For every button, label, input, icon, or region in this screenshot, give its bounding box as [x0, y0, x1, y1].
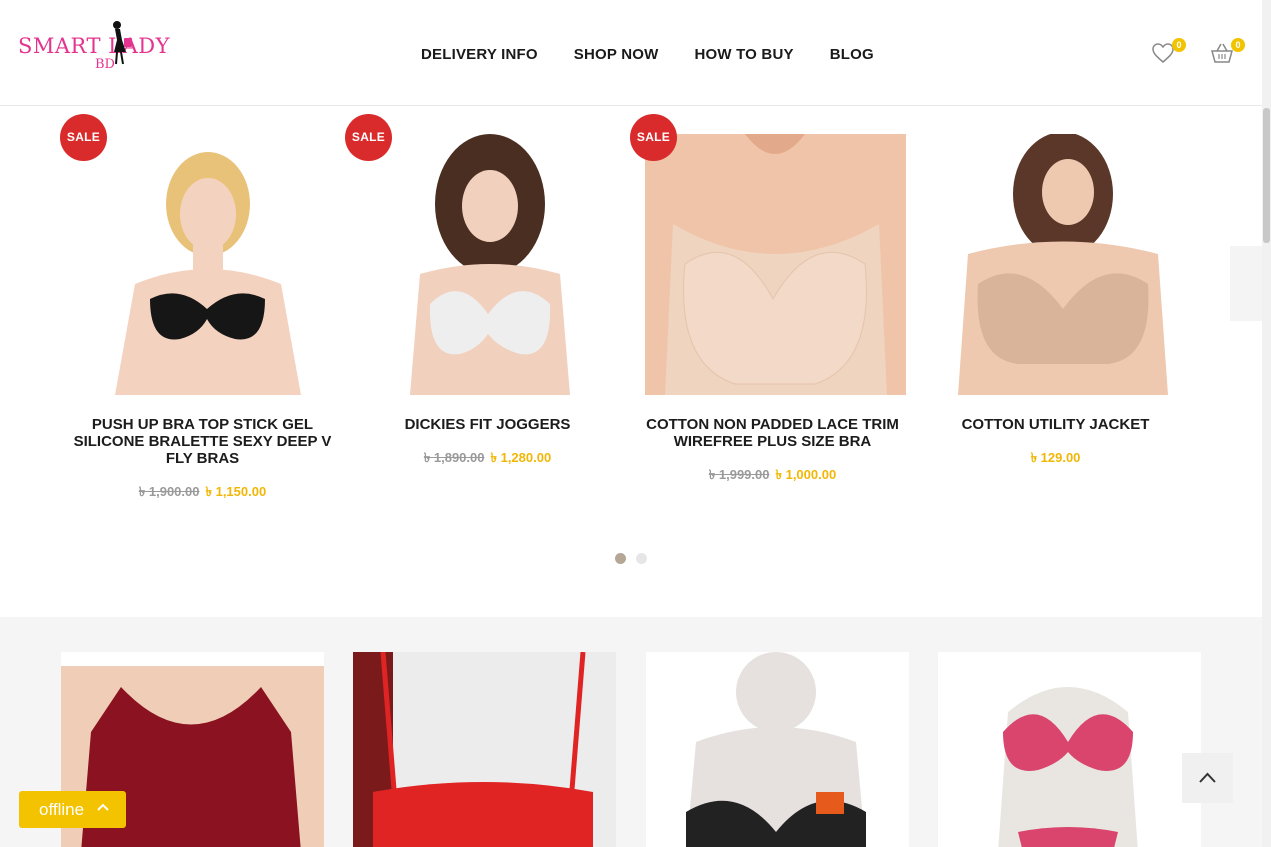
old-price: ৳ 1,900.00: [138, 484, 200, 499]
carousel-pagination: [615, 553, 647, 564]
product-price: ৳ 129.00: [913, 449, 1198, 470]
wishlist-count-badge: 0: [1172, 38, 1186, 52]
category-tile[interactable]: [646, 652, 909, 847]
sale-badge: SALE: [345, 114, 392, 161]
nav-shop-now[interactable]: SHOP NOW: [574, 46, 659, 63]
old-price: ৳ 1,999.00: [708, 467, 770, 482]
product-price: ৳ 1,999.00 ৳ 1,000.00: [630, 466, 915, 487]
sale-price: ৳ 129.00: [1030, 450, 1081, 465]
nav-blog[interactable]: BLOG: [830, 46, 874, 63]
product-price: ৳ 1,890.00 ৳ 1,280.00: [345, 449, 630, 470]
chat-status-label: offline: [39, 800, 85, 819]
cart-button[interactable]: 0: [1210, 38, 1245, 68]
scrollbar-thumb[interactable]: [1263, 108, 1270, 243]
sale-badge: SALE: [630, 114, 677, 161]
product-image[interactable]: [360, 134, 621, 395]
sale-badge: SALE: [60, 114, 107, 161]
chevron-up-icon: [97, 803, 109, 811]
nav-delivery-info[interactable]: DELIVERY INFO: [421, 46, 538, 63]
product-title[interactable]: DICKIES FIT JOGGERS: [355, 416, 620, 433]
cart-count-badge: 0: [1231, 38, 1245, 52]
wishlist-button[interactable]: 0: [1151, 38, 1186, 68]
nav-how-to-buy[interactable]: HOW TO BUY: [694, 46, 793, 63]
category-tile[interactable]: [353, 652, 616, 847]
carousel-dot-2[interactable]: [636, 553, 647, 564]
page: SMART LADY BD DELIVERY INFO SHOP NOW HOW…: [0, 0, 1271, 847]
site-header: SMART LADY BD DELIVERY INFO SHOP NOW HOW…: [0, 0, 1262, 106]
product-title[interactable]: PUSH UP BRA TOP STICK GEL SILICONE BRALE…: [70, 416, 335, 467]
page-scrollbar[interactable]: [1262, 0, 1271, 847]
category-grid: [0, 617, 1262, 847]
site-logo[interactable]: SMART LADY BD: [18, 20, 183, 75]
sale-price: ৳ 1,150.00: [205, 484, 267, 499]
product-image[interactable]: [75, 134, 336, 395]
chevron-up-icon: [1199, 772, 1216, 783]
sale-price: ৳ 1,280.00: [490, 450, 552, 465]
product-title[interactable]: COTTON NON PADDED LACE TRIM WIREFREE PLU…: [640, 416, 905, 450]
product-carousel: SALE PUSH UP BRA TOP STICK GEL SILICONE …: [0, 106, 1262, 617]
back-to-top-button[interactable]: [1182, 753, 1233, 803]
logo-subtext: BD: [95, 57, 115, 72]
old-price: ৳ 1,890.00: [423, 450, 485, 465]
main-nav: DELIVERY INFO SHOP NOW HOW TO BUY BLOG: [421, 46, 874, 63]
category-tile[interactable]: [938, 652, 1201, 847]
product-price: ৳ 1,900.00 ৳ 1,150.00: [60, 483, 345, 504]
product-image[interactable]: [645, 134, 906, 395]
carousel-next-button[interactable]: [1230, 246, 1262, 321]
carousel-dot-1[interactable]: [615, 553, 626, 564]
chat-status-widget[interactable]: offline: [19, 791, 126, 828]
sale-price: ৳ 1,000.00: [775, 467, 837, 482]
logo-text: SMART LADY: [18, 34, 170, 58]
product-title[interactable]: COTTON UTILITY JACKET: [923, 416, 1188, 433]
product-image[interactable]: [928, 134, 1189, 395]
